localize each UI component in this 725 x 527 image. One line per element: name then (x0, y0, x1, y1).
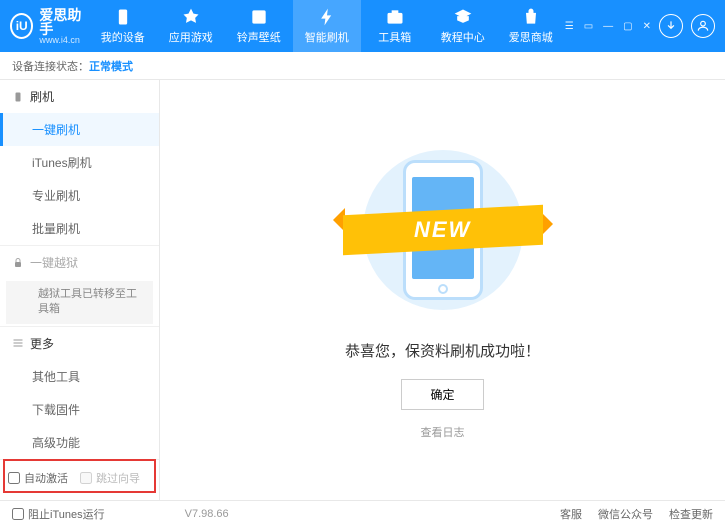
checkbox-auto-activate[interactable]: 自动激活 (8, 470, 68, 486)
close-icon[interactable]: ✕ (643, 21, 651, 32)
lock-icon (12, 257, 24, 269)
sidebar-item-batch[interactable]: 批量刷机 (0, 212, 159, 245)
sidebar-section-jailbreak[interactable]: 一键越狱 (0, 246, 159, 279)
phone-icon (12, 91, 24, 103)
sidebar-item-advanced[interactable]: 高级功能 (0, 426, 159, 459)
maximize-icon[interactable]: ▢ (623, 21, 632, 32)
app-url: www.i4.cn (39, 36, 88, 45)
sidebar-item-tools[interactable]: 其他工具 (0, 360, 159, 393)
menu-icon (12, 337, 24, 349)
sidebar-item-onekey[interactable]: 一键刷机 (0, 113, 159, 146)
menu-icon[interactable]: ☰ (565, 21, 574, 32)
sidebar-item-firmware[interactable]: 下载固件 (0, 393, 159, 426)
new-banner-text: NEW (414, 217, 471, 243)
nav-flash[interactable]: 智能刷机 (293, 0, 361, 52)
success-message: 恭喜您，保资料刷机成功啦！ (345, 340, 540, 361)
user-button[interactable] (691, 14, 715, 38)
nav-media[interactable]: 铃声壁纸 (225, 0, 293, 52)
version-label: V7.98.66 (185, 508, 229, 520)
checkbox-skip-guide[interactable]: 跳过向导 (80, 470, 140, 486)
nav-toolbox[interactable]: 工具箱 (361, 0, 429, 52)
sidebar-section-flash[interactable]: 刷机 (0, 80, 159, 113)
download-button[interactable] (659, 14, 683, 38)
app-title: 爱思助手 (39, 8, 88, 36)
minimize-icon[interactable]: — (603, 21, 613, 32)
checkbox-block-itunes[interactable]: 阻止iTunes运行 (12, 506, 105, 522)
device-info: iPhone 15 Pro Max 512GB iPhone (0, 496, 159, 500)
nav-apps[interactable]: 应用游戏 (157, 0, 225, 52)
nav-store[interactable]: 爱思商城 (497, 0, 565, 52)
success-illustration: NEW (353, 140, 533, 320)
footer-link-support[interactable]: 客服 (560, 506, 582, 522)
main-content: NEW 恭喜您，保资料刷机成功啦！ 确定 查看日志 (160, 80, 725, 500)
jailbreak-note: 越狱工具已转移至工具箱 (6, 281, 153, 324)
status-value: 正常模式 (89, 58, 133, 74)
footer-link-wechat[interactable]: 微信公众号 (598, 506, 653, 522)
confirm-button[interactable]: 确定 (401, 379, 483, 410)
app-logo: iU 爱思助手 www.i4.cn (10, 8, 89, 45)
status-bar: 设备连接状态： 正常模式 (0, 52, 725, 80)
nav-tutorial[interactable]: 教程中心 (429, 0, 497, 52)
status-label: 设备连接状态： (12, 58, 89, 74)
footer-link-update[interactable]: 检查更新 (669, 506, 713, 522)
nav-tabs: 我的设备 应用游戏 铃声壁纸 智能刷机 工具箱 教程中心 爱思商城 (89, 0, 565, 52)
sidebar-item-itunes[interactable]: iTunes刷机 (0, 146, 159, 179)
nav-my-device[interactable]: 我的设备 (89, 0, 157, 52)
footer: 阻止iTunes运行 V7.98.66 客服 微信公众号 检查更新 (0, 500, 725, 527)
lock-icon[interactable]: ▭ (584, 21, 593, 32)
sidebar: 刷机 一键刷机 iTunes刷机 专业刷机 批量刷机 一键越狱 越狱工具已转移至… (0, 80, 160, 500)
logo-icon: iU (10, 13, 33, 39)
view-log-link[interactable]: 查看日志 (421, 424, 465, 440)
sidebar-item-pro[interactable]: 专业刷机 (0, 179, 159, 212)
sidebar-section-more[interactable]: 更多 (0, 327, 159, 360)
